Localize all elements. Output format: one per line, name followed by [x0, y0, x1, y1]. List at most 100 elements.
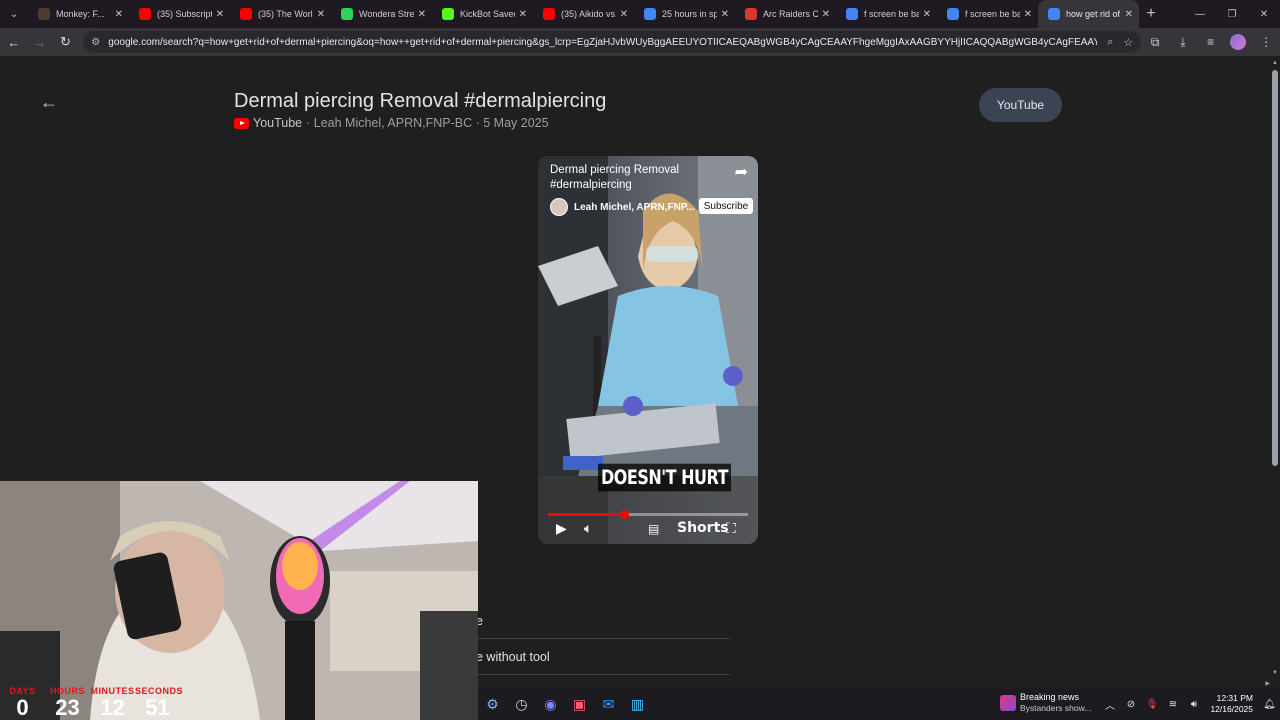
- browser-tab[interactable]: how get rid of... ✕: [1038, 0, 1139, 28]
- tab-close-icon[interactable]: ✕: [216, 9, 224, 20]
- browser-tab[interactable]: (35) Subscripti... ✕: [129, 0, 230, 28]
- youtube-icon: [234, 117, 249, 129]
- taskbar-clock[interactable]: 12:31 PM 12/16/2025: [1210, 693, 1253, 715]
- progress-bar[interactable]: [548, 510, 748, 519]
- browser-tab[interactable]: (35) Aikido vs... ✕: [533, 0, 634, 28]
- notification-bell-icon[interactable]: 🔔︎: [1259, 699, 1280, 710]
- tab-search-button[interactable]: ⌄: [0, 0, 28, 28]
- browser-tab[interactable]: KickBot Saved... ✕: [432, 0, 533, 28]
- tab-close-icon[interactable]: ✕: [721, 9, 729, 20]
- result-item[interactable]: e without tool: [476, 650, 550, 664]
- mail-app-icon[interactable]: ✉: [594, 690, 623, 718]
- channel-name[interactable]: Leah Michel, APRN,FNP...: [574, 202, 694, 213]
- microphone-icon[interactable]: 🎙︎: [1141, 699, 1162, 710]
- tab-label: Wondera Strea...: [359, 9, 414, 19]
- tab-close-icon[interactable]: ✕: [418, 9, 426, 20]
- video-meta: YouTube · Leah Michel, APRN,FNP-BC · 5 M…: [234, 116, 549, 130]
- chevron-up-icon[interactable]: ︿: [1099, 697, 1120, 712]
- tab-close-icon[interactable]: ✕: [115, 9, 123, 20]
- wondera-icon: [341, 8, 353, 20]
- extensions-icon[interactable]: ⧉: [1141, 30, 1169, 54]
- subscribe-button[interactable]: Subscribe: [699, 198, 753, 214]
- browser-tab[interactable]: 25 hours in sp... ✕: [634, 0, 735, 28]
- captions-icon[interactable]: ▤: [648, 522, 659, 536]
- scroll-down-icon[interactable]: ▼: [1272, 670, 1278, 676]
- wifi-icon[interactable]: ≋: [1162, 699, 1183, 710]
- download-icon[interactable]: ⤓: [1169, 30, 1197, 54]
- tab-close-icon[interactable]: ✕: [923, 9, 931, 20]
- site-info-icon[interactable]: ⚙: [91, 37, 100, 48]
- speaker-icon[interactable]: 🔊︎: [1183, 699, 1204, 710]
- restore-icon[interactable]: ❐: [1216, 0, 1248, 28]
- player-channel[interactable]: Leah Michel, APRN,FNP...: [550, 198, 694, 216]
- horizontal-scrollbar[interactable]: ▶: [480, 680, 1280, 688]
- progress-knob[interactable]: [620, 510, 629, 519]
- url-text: google.com/search?q=how+get+rid+of+derma…: [108, 36, 1098, 48]
- browser-tab[interactable]: f screen be ba... ✕: [836, 0, 937, 28]
- clock-app-icon[interactable]: ◷: [507, 690, 536, 718]
- tab-strip: ⌄ Monkey: F...✕(35) Subscripti...✕(35) T…: [0, 0, 1280, 28]
- media-controls-icon[interactable]: ≡: [1197, 30, 1225, 54]
- channel-avatar[interactable]: [550, 198, 568, 216]
- tab-close-icon[interactable]: ✕: [620, 9, 628, 20]
- discord-icon[interactable]: ◉: [536, 690, 565, 718]
- share-icon[interactable]: ➦: [735, 162, 748, 182]
- tab-close-icon[interactable]: ✕: [519, 9, 527, 20]
- tab-close-icon[interactable]: ✕: [822, 9, 830, 20]
- volume-icon[interactable]: 🔈︎: [584, 520, 592, 537]
- minimize-icon[interactable]: —: [1184, 0, 1216, 28]
- scroll-right-icon[interactable]: ▶: [1265, 680, 1270, 687]
- tab-close-icon[interactable]: ✕: [1125, 9, 1133, 20]
- tabs-container: Monkey: F...✕(35) Subscripti...✕(35) The…: [28, 0, 1139, 28]
- browser-tab[interactable]: Arc Raiders Co... ✕: [735, 0, 836, 28]
- fullscreen-icon[interactable]: ⛶: [726, 520, 736, 537]
- settings-app-icon[interactable]: ⚙: [478, 690, 507, 718]
- close-window-icon[interactable]: ✕: [1248, 0, 1280, 28]
- shorts-label[interactable]: Shorts: [677, 520, 729, 536]
- address-bar[interactable]: ⚙ google.com/search?q=how+get+rid+of+der…: [83, 31, 1142, 53]
- notepad-icon[interactable]: ▥: [623, 690, 652, 718]
- browser-tab[interactable]: Wondera Strea... ✕: [331, 0, 432, 28]
- youtube-icon: [543, 8, 555, 20]
- timer-cell: HOURS 23: [45, 686, 90, 720]
- browser-tab[interactable]: f screen be ba... ✕: [937, 0, 1038, 28]
- scrollbar-thumb[interactable]: [1272, 70, 1278, 466]
- news-subtitle: Bystanders show...: [1020, 703, 1092, 713]
- news-icon: [1000, 695, 1016, 711]
- back-button[interactable]: ←: [2, 30, 26, 54]
- browser-tab[interactable]: (35) The World... ✕: [230, 0, 331, 28]
- camera-off-icon[interactable]: ⊘: [1120, 699, 1141, 710]
- tab-close-icon[interactable]: ✕: [1024, 9, 1032, 20]
- player-title[interactable]: Dermal piercing Removal #dermalpiercing: [550, 163, 700, 193]
- news-widget[interactable]: Breaking news Bystanders show...: [1000, 692, 1091, 714]
- tab-label: Monkey: F...: [56, 9, 105, 19]
- new-tab-button[interactable]: +: [1139, 5, 1163, 23]
- webcam-overlay: DAYS 0 HOURS 23 MINUTES 12 SECONDS 51: [0, 481, 478, 720]
- youtube-icon: [139, 8, 151, 20]
- bookmark-star-icon[interactable]: ☆: [1123, 36, 1133, 49]
- browser-tab[interactable]: Monkey: F... ✕: [28, 0, 129, 28]
- clock-time: 12:31 PM: [1216, 693, 1253, 703]
- system-tray: ︿ ⊘ 🎙︎ ≋ 🔊︎ 12:31 PM 12/16/2025 🔔︎: [1099, 688, 1280, 720]
- video-title: Dermal piercing Removal #dermalpiercing: [234, 90, 607, 112]
- google-icon: [846, 8, 858, 20]
- profile-avatar[interactable]: [1230, 34, 1247, 50]
- countdown-timer: DAYS 0 HOURS 23 MINUTES 12 SECONDS 51: [0, 686, 183, 720]
- play-icon[interactable]: ▶: [556, 520, 567, 537]
- menu-icon[interactable]: ⋮: [1252, 30, 1280, 54]
- video-player[interactable]: Dermal piercing Removal #dermalpiercing …: [538, 156, 758, 544]
- close-video-back-icon[interactable]: ←: [40, 92, 58, 113]
- tab-close-icon[interactable]: ✕: [317, 9, 325, 20]
- video-source[interactable]: YouTube: [253, 116, 302, 130]
- browser-toolbar: ← → ↻ ⚙ google.com/search?q=how+get+rid+…: [0, 28, 1280, 56]
- scroll-up-icon[interactable]: ▲: [1272, 60, 1278, 66]
- snipping-tool-icon[interactable]: ▣: [565, 690, 594, 718]
- divider: [476, 674, 730, 675]
- reload-button[interactable]: ↻: [54, 30, 78, 54]
- forward-button[interactable]: →: [28, 30, 52, 54]
- open-youtube-button[interactable]: YouTube: [979, 88, 1062, 122]
- vertical-scrollbar[interactable]: ▲ ▼: [1270, 56, 1280, 680]
- zoom-icon[interactable]: ⌕: [1107, 36, 1113, 49]
- timer-cell: SECONDS 51: [135, 686, 183, 720]
- arc-raiders-icon: [745, 8, 757, 20]
